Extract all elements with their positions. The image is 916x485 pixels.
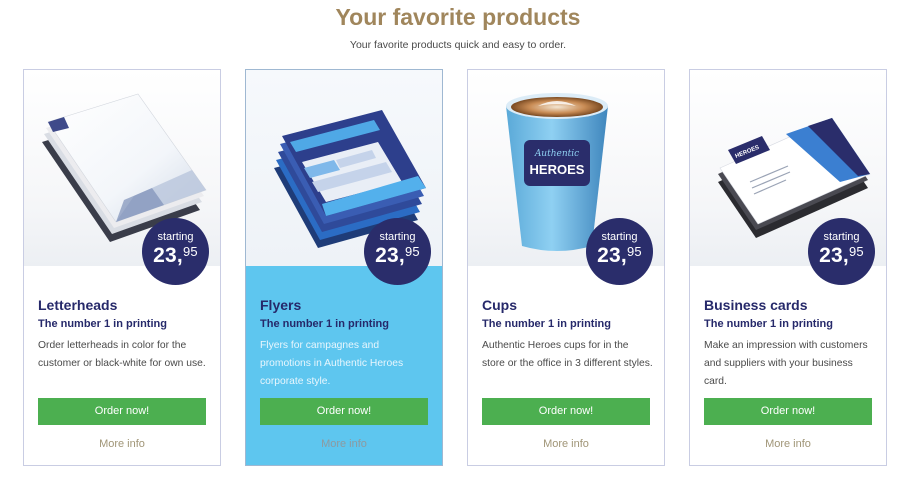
price-badge: starting 23,95	[364, 218, 431, 285]
order-now-button[interactable]: Order now!	[482, 398, 650, 425]
product-tagline: The number 1 in printing	[260, 318, 389, 330]
product-name: Letterheads	[38, 297, 118, 313]
product-name: Business cards	[704, 297, 808, 313]
price-badge: starting 23,95	[808, 218, 875, 285]
section-title: Your favorite products	[335, 4, 581, 30]
product-tagline: The number 1 in printing	[704, 318, 833, 330]
more-info-link[interactable]: More info	[246, 438, 442, 450]
product-card-letterheads[interactable]: starting 23,95 Letterheads The number 1 …	[23, 69, 221, 466]
product-tagline: The number 1 in printing	[38, 318, 167, 330]
product-card-flyers[interactable]: starting 23,95 Flyers The number 1 in pr…	[245, 69, 443, 466]
order-now-button[interactable]: Order now!	[704, 398, 872, 425]
product-name: Flyers	[260, 297, 302, 313]
product-description: Order letterheads in color for the custo…	[38, 340, 206, 369]
price-badge: starting 23,95	[586, 218, 653, 285]
product-description: Make an impression with customers and su…	[704, 340, 868, 387]
product-tagline: The number 1 in printing	[482, 318, 611, 330]
product-name: Cups	[482, 297, 517, 313]
more-info-link[interactable]: More info	[468, 438, 664, 450]
price-badge: starting 23,95	[142, 218, 209, 285]
cup-logo-text: Authentic	[534, 149, 579, 159]
order-now-button[interactable]: Order now!	[260, 398, 428, 425]
product-description: Authentic Heroes cups for in the store o…	[482, 340, 653, 369]
more-info-link[interactable]: More info	[24, 438, 220, 450]
cup-logo-heroes: HEROES	[530, 162, 585, 177]
section-subtitle: Your favorite products quick and easy to…	[349, 39, 567, 51]
product-card-cups[interactable]: Authentic HEROES starting 23,95 Cups The…	[467, 69, 665, 466]
product-card-business-cards[interactable]: HEROES starting 23,95 Business cards The…	[689, 69, 887, 466]
order-now-button[interactable]: Order now!	[38, 398, 206, 425]
product-description: Flyers for campagnes and promotions in A…	[260, 340, 404, 387]
more-info-link[interactable]: More info	[690, 438, 886, 450]
